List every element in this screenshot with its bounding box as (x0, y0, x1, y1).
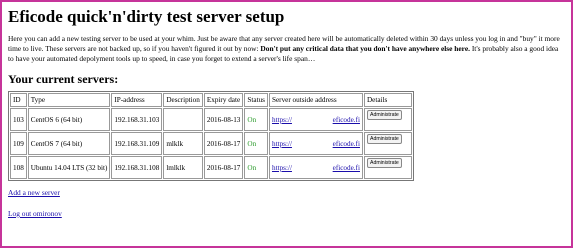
cell-outside-address: https:// eficode.fi (268, 132, 363, 155)
cell-expiry: 2016-08-13 (203, 108, 244, 131)
cell-details: Administrate (363, 108, 412, 131)
header-outside-address: Server outside address (268, 93, 363, 107)
outside-address-domain-link[interactable]: eficode.fi (333, 164, 360, 172)
header-type: Type (27, 93, 111, 107)
cell-description (163, 108, 203, 131)
cell-outside-address: https:// eficode.fi (268, 108, 363, 131)
logout-link[interactable]: Log out omironov (8, 209, 62, 218)
administrate-button[interactable]: Administrate (366, 158, 402, 168)
header-details: Details (363, 93, 412, 107)
table-row: 109 CentOS 7 (64 bit) 192.168.31.109 mlk… (10, 132, 412, 155)
intro-warning: Don't put any critical data that you don… (260, 44, 470, 53)
header-status: Status (244, 93, 268, 107)
main-content: Eficode quick'n'dirty test server setup … (8, 6, 560, 230)
table-row: 103 CentOS 6 (64 bit) 192.168.31.103 201… (10, 108, 412, 131)
cell-description: lmlklk (163, 156, 203, 179)
cell-expiry: 2016-08-17 (203, 156, 244, 179)
cell-status: On (244, 132, 268, 155)
outside-address-domain-link[interactable]: eficode.fi (333, 116, 360, 124)
cell-ip: 192.168.31.108 (111, 156, 163, 179)
table-header-row: ID Type IP-address Description Expiry da… (10, 93, 412, 107)
outside-address-link[interactable]: https:// (272, 116, 292, 124)
cell-outside-address: https:// eficode.fi (268, 156, 363, 179)
cell-id: 108 (10, 156, 27, 179)
intro-text: Here you can add a new testing server to… (8, 34, 560, 64)
cell-ip: 192.168.31.109 (111, 132, 163, 155)
administrate-button[interactable]: Administrate (366, 134, 402, 144)
header-expiry: Expiry date (203, 93, 244, 107)
header-ip: IP-address (111, 93, 163, 107)
header-id: ID (10, 93, 27, 107)
cell-id: 109 (10, 132, 27, 155)
outside-address-link[interactable]: https:// (272, 140, 292, 148)
cell-details: Administrate (363, 156, 412, 179)
add-server-link[interactable]: Add a new server (8, 188, 60, 197)
outside-address-domain-link[interactable]: eficode.fi (333, 140, 360, 148)
page-links: Add a new server Log out omironov (8, 188, 560, 218)
cell-status: On (244, 156, 268, 179)
servers-heading: Your current servers: (8, 72, 119, 86)
cell-type: CentOS 6 (64 bit) (27, 108, 111, 131)
administrate-button[interactable]: Administrate (366, 110, 402, 120)
outside-address-link[interactable]: https:// (272, 164, 292, 172)
cell-status: On (244, 108, 268, 131)
cell-details: Administrate (363, 132, 412, 155)
cell-expiry: 2016-08-17 (203, 132, 244, 155)
page-title: Eficode quick'n'dirty test server setup (8, 7, 285, 26)
cell-type: Ubuntu 14.04 LTS (32 bit) (27, 156, 111, 179)
servers-table: ID Type IP-address Description Expiry da… (8, 91, 414, 181)
cell-type: CentOS 7 (64 bit) (27, 132, 111, 155)
cell-id: 103 (10, 108, 27, 131)
cell-description: mlklk (163, 132, 203, 155)
table-row: 108 Ubuntu 14.04 LTS (32 bit) 192.168.31… (10, 156, 412, 179)
cell-ip: 192.168.31.103 (111, 108, 163, 131)
header-description: Description (163, 93, 203, 107)
